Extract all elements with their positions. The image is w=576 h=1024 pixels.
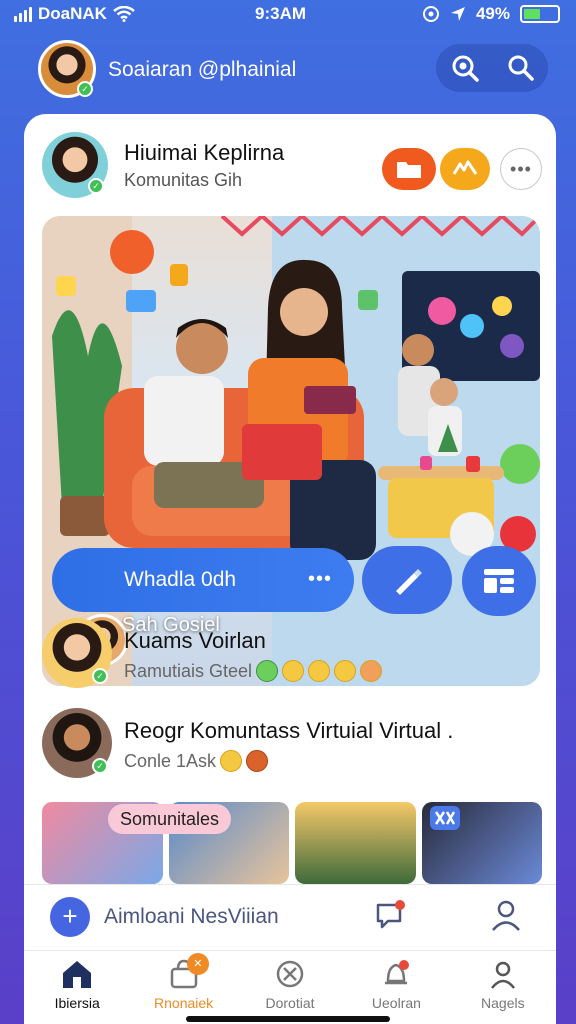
status-right: 49% bbox=[422, 4, 560, 24]
emoji-icon bbox=[282, 660, 305, 682]
feed-name: Reogr Komuntass Virtuial Virtual . bbox=[124, 718, 454, 743]
add-post-button[interactable]: + bbox=[50, 897, 90, 937]
online-status-icon: ✓ bbox=[92, 758, 108, 774]
main-card: ✓ Hiuimai Keplirna Komunitas Gih ••• Sah… bbox=[24, 114, 556, 1024]
bottom-tab-bar: Ibiersia ✕ Rnonaiek Dorotiat Ueolran Nag… bbox=[24, 950, 556, 1024]
feed-meta: Conle 1Ask bbox=[124, 750, 269, 772]
more-options-button[interactable]: ••• bbox=[500, 148, 542, 190]
online-status-icon: ✓ bbox=[92, 668, 108, 684]
emoji-icon bbox=[308, 660, 331, 682]
post-subtitle: Komunitas Gih bbox=[124, 170, 243, 190]
post-author-avatar[interactable]: ✓ bbox=[42, 132, 108, 198]
gallery-label: Somunitales bbox=[108, 804, 232, 834]
signal-icon bbox=[14, 6, 32, 22]
profile-avatar[interactable]: ✓ bbox=[38, 40, 96, 98]
navigation-icon bbox=[450, 7, 465, 21]
tab-notifications[interactable]: Ueolran bbox=[343, 951, 449, 1024]
tab-label: Ueolran bbox=[371, 995, 421, 1011]
header-actions bbox=[436, 44, 548, 92]
feed-avatar[interactable]: ✓ bbox=[42, 708, 112, 778]
home-icon bbox=[63, 961, 92, 988]
hero-action-text: Whadla 0dh bbox=[124, 568, 237, 591]
chat-bubble-icon[interactable] bbox=[374, 899, 406, 931]
battery-icon bbox=[520, 5, 560, 23]
top-header: ✓ Soaiaran @plhainial bbox=[0, 38, 576, 102]
activity-icon bbox=[452, 160, 478, 175]
carrier-label: DoaNAK bbox=[38, 4, 107, 23]
gallery-badge-icon bbox=[429, 806, 460, 830]
composer-placeholder[interactable]: Aimloani NesViiian bbox=[104, 905, 279, 929]
online-status-icon: ✓ bbox=[77, 81, 93, 97]
bell-icon bbox=[385, 960, 410, 985]
battery-percent: 49% bbox=[475, 4, 510, 23]
feed-name: Kuams Voirlan bbox=[124, 628, 266, 653]
list-item[interactable]: ✓ Reogr Komuntass Virtuial Virtual . Con… bbox=[42, 708, 542, 784]
hero-more-icon[interactable]: ••• bbox=[308, 568, 332, 591]
hero-action-pill[interactable]: Whadla 0dh ••• bbox=[52, 548, 354, 612]
tab-explore[interactable]: Dorotiat bbox=[237, 951, 343, 1024]
tab-label: Dorotiat bbox=[265, 995, 315, 1011]
layout-icon bbox=[484, 569, 514, 593]
feed-meta-text: Conle 1Ask bbox=[124, 750, 217, 771]
tab-label: Rnonaiek bbox=[154, 995, 214, 1011]
search-zoom-icon[interactable] bbox=[450, 53, 480, 83]
tab-home[interactable]: Ibiersia bbox=[24, 951, 130, 1024]
composer-bar: + Aimloani NesViiian bbox=[24, 884, 556, 948]
tab-shop[interactable]: ✕ Rnonaiek bbox=[130, 951, 236, 1024]
tab-label: Ibiersia bbox=[54, 995, 100, 1011]
status-left: DoaNAK bbox=[14, 4, 135, 24]
post-header: ✓ Hiuimai Keplirna Komunitas Gih ••• bbox=[42, 132, 542, 202]
folder-icon bbox=[397, 162, 421, 178]
tab-profile[interactable]: Nagels bbox=[450, 951, 556, 1024]
emoji-icon bbox=[334, 660, 357, 682]
brush-icon bbox=[396, 569, 422, 595]
post-title: Hiuimai Keplirna bbox=[124, 140, 285, 165]
compass-icon bbox=[276, 960, 304, 988]
search-icon[interactable] bbox=[507, 54, 535, 82]
feed-meta: Ramutiais Gteel bbox=[124, 660, 383, 682]
brush-button[interactable] bbox=[362, 546, 452, 614]
location-icon bbox=[422, 6, 439, 22]
layout-button[interactable] bbox=[462, 546, 536, 616]
tab-label: Nagels bbox=[481, 995, 525, 1011]
gallery-tile[interactable] bbox=[421, 802, 542, 884]
header-title: Soaiaran @plhainial bbox=[108, 58, 297, 81]
party-scene-illustration bbox=[42, 216, 540, 686]
activity-button[interactable] bbox=[440, 148, 490, 190]
emoji-icon bbox=[246, 750, 269, 772]
status-bar: DoaNAK 9:3AM 49% bbox=[0, 0, 576, 30]
list-item[interactable]: ✓ Kuams Voirlan Ramutiais Gteel bbox=[42, 618, 542, 694]
online-status-icon: ✓ bbox=[88, 178, 104, 194]
feed-avatar[interactable]: ✓ bbox=[42, 618, 112, 688]
emoji-icon bbox=[256, 660, 279, 682]
post-hero-image[interactable]: Sah Gosiel bbox=[42, 216, 540, 686]
feed-meta-text: Ramutiais Gteel bbox=[124, 660, 253, 681]
emoji-icon bbox=[360, 660, 383, 682]
profile-icon bbox=[490, 961, 515, 989]
gallery-tile[interactable] bbox=[295, 802, 416, 884]
wifi-icon bbox=[113, 6, 135, 22]
home-indicator[interactable] bbox=[186, 1016, 390, 1022]
user-icon[interactable] bbox=[488, 897, 524, 933]
clock: 9:3AM bbox=[255, 4, 307, 23]
tab-badge: ✕ bbox=[186, 953, 209, 975]
folder-button[interactable] bbox=[382, 148, 436, 190]
emoji-icon bbox=[220, 750, 243, 772]
